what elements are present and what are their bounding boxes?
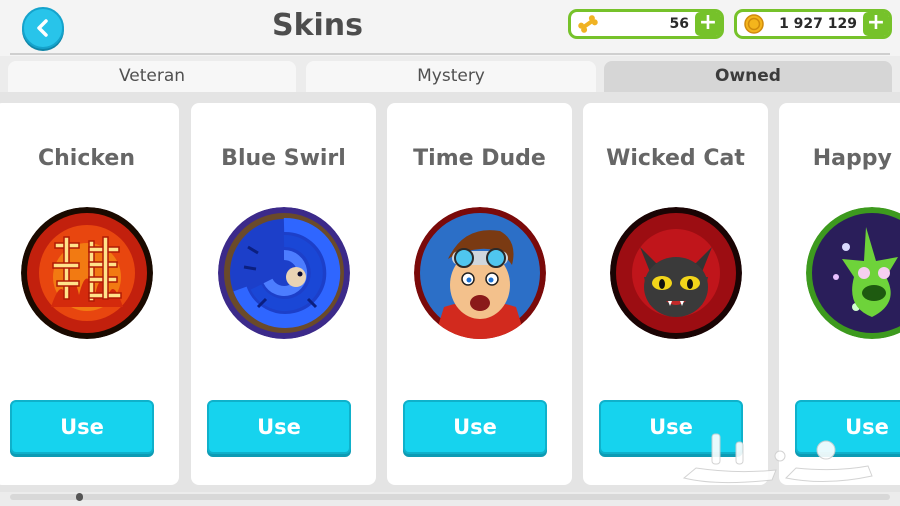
use-button[interactable]: Use xyxy=(403,400,547,454)
use-button[interactable]: Use xyxy=(207,400,351,454)
bone-icon xyxy=(578,15,598,33)
add-coins-button[interactable]: + xyxy=(863,12,889,36)
page-title: Skins xyxy=(271,8,364,43)
skin-name: Wicked Cat xyxy=(606,146,745,171)
happy-se-skin-image xyxy=(806,207,900,339)
skin-name: Blue Swirl xyxy=(221,146,346,171)
tab-owned[interactable]: Owned xyxy=(604,61,892,92)
scrollbar-thumb[interactable] xyxy=(76,493,83,501)
blue-swirl-skin-image xyxy=(218,207,350,339)
coins-value: 1 927 129 xyxy=(779,16,857,32)
skins-screen: Skins 56 + 1 927 129 + Veteran Mystery O… xyxy=(0,0,900,506)
skin-card-blue-swirl[interactable]: Blue Swirl Use xyxy=(191,103,376,485)
horizontal-scrollbar[interactable] xyxy=(10,494,890,500)
coin-icon xyxy=(744,14,764,34)
skin-card-chicken[interactable]: Chicken Use xyxy=(0,103,179,485)
bones-counter: 56 + xyxy=(568,9,724,39)
add-bones-button[interactable]: + xyxy=(695,12,721,36)
watermark-logo xyxy=(682,433,873,484)
skin-name: Time Dude xyxy=(413,146,546,171)
skin-name: Happy Se xyxy=(812,146,900,171)
wicked-cat-skin-image xyxy=(610,207,742,339)
bones-value: 56 xyxy=(669,16,689,32)
skin-name: Chicken xyxy=(37,146,135,171)
time-dude-skin-image xyxy=(414,207,546,339)
tab-veteran[interactable]: Veteran xyxy=(8,61,296,92)
use-button[interactable]: Use xyxy=(10,400,154,454)
header-bar: Skins 56 + 1 927 129 + xyxy=(0,0,900,56)
coins-counter: 1 927 129 + xyxy=(734,9,892,39)
header-divider xyxy=(10,53,890,55)
chicken-skin-image xyxy=(21,207,153,339)
skin-card-time-dude[interactable]: Time Dude Use xyxy=(387,103,572,485)
tab-mystery[interactable]: Mystery xyxy=(306,61,596,92)
